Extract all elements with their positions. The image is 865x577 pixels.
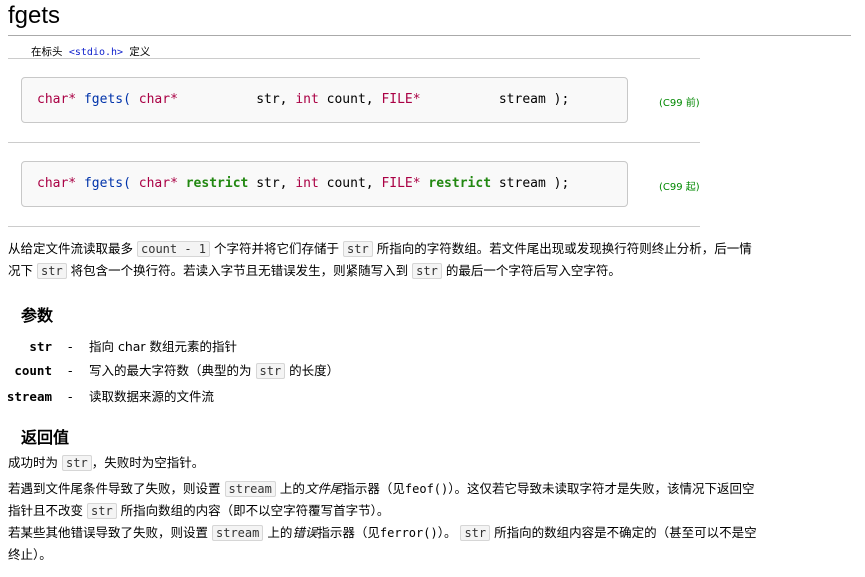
declaration-code: char* fgets( char* restrict str, int cou… (37, 176, 569, 191)
text: 若遇到文件尾条件导致了失败，则设置 (8, 481, 221, 496)
text: 若某些其他错误导致了失败，则设置 (8, 525, 209, 540)
inline-code: stream (212, 525, 264, 541)
inline-code: str (37, 263, 67, 279)
header-suffix: 定义 (129, 46, 151, 58)
return-type: char* (37, 176, 77, 191)
param-description: 写入的最大字符数（典型的为 str 的长度） (89, 360, 339, 382)
param-row: count - 写入的最大字符数（典型的为 str 的长度） (0, 360, 860, 382)
text: 上的 (267, 525, 293, 540)
param-type: int (295, 92, 319, 107)
return-line: 终止）。 (8, 544, 853, 565)
return-heading: 返回值 (21, 428, 70, 447)
param-name: str, (256, 176, 288, 191)
emphasis: 文件尾 (304, 481, 343, 496)
param-name: count (14, 363, 52, 378)
inline-code: str (460, 525, 491, 541)
param-type: FILE* (381, 176, 421, 191)
description-line: 况下 str 将包含一个换行符。若读入字节且无错误发生，则紧随写入到 str 的… (8, 260, 853, 282)
text: 所指向的数组内容是不确定的（甚至可以不是空 (494, 525, 757, 540)
function-name[interactable]: fgets( (84, 92, 131, 107)
text: ）。 (437, 525, 457, 540)
restrict-keyword: restrict (428, 176, 492, 191)
text: 将包含一个换行符。若读入字节且无错误发生，则紧随写入到 (70, 263, 409, 278)
inline-code: str (412, 263, 442, 279)
param-name: str (29, 339, 52, 354)
description-paragraph: 从给定文件流读取最多 count - 1 个字符并将它们存储于 str 所指向的… (8, 238, 853, 282)
header-file-link[interactable]: <stdio.h> (66, 47, 126, 58)
param-name: stream (6, 389, 52, 404)
header-prefix: 在标头 (31, 46, 63, 58)
return-line: 若某些其他错误导致了失败，则设置 stream 上的错误指示器（见ferror(… (8, 522, 853, 544)
param-row: str - 指向 char 数组元素的指针 (0, 336, 860, 358)
text: 个字符并将它们存储于 (214, 241, 340, 256)
inline-code: str (62, 455, 92, 471)
param-name: stream ); (498, 176, 570, 191)
inline-code: str (255, 363, 286, 379)
text: 指示器（见 (342, 481, 405, 496)
param-dash: - (68, 389, 73, 404)
text: 成功时为 (8, 455, 59, 470)
text: 所指向的字符数组。若文件尾出现或发现换行符则终止分析，后一情 (376, 241, 752, 256)
param-type: char* (138, 176, 178, 191)
param-name: str, (256, 92, 288, 107)
return-type: char* (37, 92, 77, 107)
standard-badge: (C99 前) (659, 98, 700, 109)
text: ）。这仅若它导致未读取字符才是失败，该情况下返回空 (448, 481, 755, 496)
return-line: 指针且不改变 str 所指向数组的内容（即不以空字符覆写首字节）。 (8, 500, 853, 522)
text: 从给定文件流读取最多 (8, 241, 134, 256)
page-title: fgets (8, 2, 61, 29)
function-link[interactable]: feof() (405, 482, 448, 496)
param-name: count, (326, 92, 374, 107)
param-type: int (295, 176, 319, 191)
declaration-code: char* fgets( char* str, int count, FILE*… (37, 92, 569, 107)
function-link[interactable]: ferror() (380, 526, 438, 540)
text: 上的 (279, 481, 305, 496)
params-heading: 参数 (21, 306, 54, 325)
text: 指针且不改变 (8, 503, 84, 518)
text: ，失败时为空指针。 (91, 455, 205, 470)
title-divider (8, 35, 851, 36)
divider (8, 142, 700, 143)
inline-code: str (343, 241, 373, 257)
restrict-keyword: restrict (185, 176, 249, 191)
text: 况下 (8, 263, 34, 278)
param-description: 指向 char 数组元素的指针 (89, 336, 237, 358)
text: 写入的最大字符数（典型的为 (89, 363, 252, 378)
return-paragraph: 成功时为 str ，失败时为空指针。 (8, 452, 853, 474)
description-line: 从给定文件流读取最多 count - 1 个字符并将它们存储于 str 所指向的… (8, 238, 853, 260)
text: 所指向数组的内容（即不以空字符覆写首字节）。 (120, 503, 390, 518)
param-row: stream - 读取数据来源的文件流 (0, 386, 860, 408)
return-paragraph: 若某些其他错误导致了失败，则设置 stream 上的错误指示器（见ferror(… (8, 522, 853, 565)
header-definition: 在标头 <stdio.h> 定义 (31, 44, 150, 59)
text: 的长度） (289, 363, 340, 378)
text: 的最后一个字符后写入空字符。 (445, 263, 621, 278)
divider (8, 226, 700, 227)
emphasis: 错误 (292, 525, 318, 540)
text: 读取数据来源的文件流 (89, 389, 215, 404)
param-name: stream ); (498, 92, 570, 107)
param-name: count, (326, 176, 374, 191)
text: 指示器（见 (317, 525, 380, 540)
standard-badge: (C99 起) (659, 182, 700, 193)
declaration-box: char* fgets( char* restrict str, int cou… (21, 161, 628, 207)
return-paragraph: 若遇到文件尾条件导致了失败，则设置 stream 上的文件尾指示器（见feof(… (8, 478, 853, 522)
text: 指向 char 数组元素的指针 (89, 339, 238, 354)
divider (8, 58, 700, 59)
inline-code: str (87, 503, 117, 519)
param-dash: - (68, 339, 73, 354)
return-line: 若遇到文件尾条件导致了失败，则设置 stream 上的文件尾指示器（见feof(… (8, 478, 853, 500)
text: 终止）。 (8, 547, 52, 562)
param-dash: - (68, 363, 73, 378)
inline-code: count - 1 (137, 241, 211, 257)
param-type: char* (138, 92, 178, 107)
declaration-box: char* fgets( char* str, int count, FILE*… (21, 77, 628, 123)
inline-code: stream (224, 481, 276, 497)
param-type: FILE* (381, 92, 421, 107)
function-name[interactable]: fgets( (84, 176, 131, 191)
param-description: 读取数据来源的文件流 (89, 386, 214, 408)
